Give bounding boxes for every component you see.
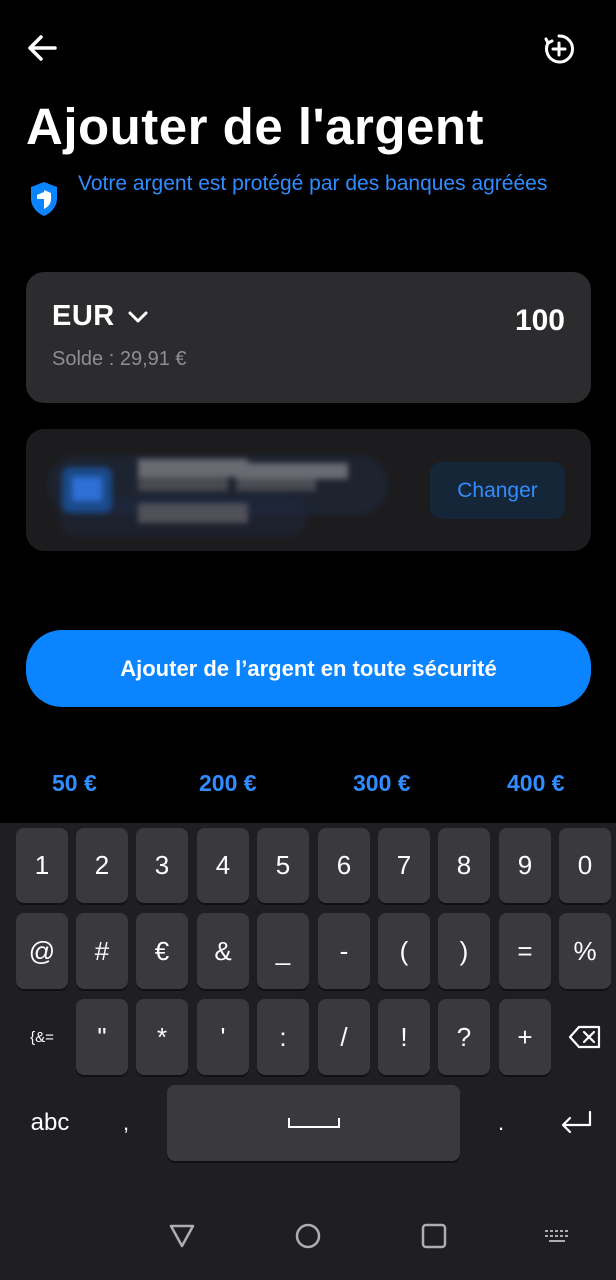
amount-card: EUR Solde : 29,91 € 100: [26, 272, 591, 403]
key-period[interactable]: .: [475, 1085, 527, 1161]
amount-input[interactable]: 100: [515, 304, 565, 338]
back-button[interactable]: [22, 30, 62, 66]
key-8[interactable]: 8: [438, 828, 490, 903]
key-underscore[interactable]: _: [257, 913, 309, 989]
space-icon: [287, 1118, 340, 1128]
square-recents-icon: [421, 1223, 447, 1249]
currency-selector[interactable]: EUR: [52, 300, 149, 333]
nav-back-button[interactable]: [162, 1216, 202, 1256]
key-1[interactable]: 1: [16, 828, 68, 903]
key-abc[interactable]: abc: [14, 1085, 86, 1161]
key-asterisk[interactable]: *: [136, 999, 188, 1075]
space-key[interactable]: [167, 1085, 460, 1161]
nav-home-button[interactable]: [288, 1216, 328, 1256]
key-quote[interactable]: ": [76, 999, 128, 1075]
protection-notice[interactable]: Votre argent est protégé par des banques…: [78, 166, 548, 202]
redacted-account-info: [48, 449, 388, 541]
backspace-key[interactable]: [559, 999, 611, 1075]
nav-keyboard-button[interactable]: [537, 1216, 577, 1256]
quick-amount-50[interactable]: 50 €: [52, 770, 97, 797]
key-colon[interactable]: :: [257, 999, 309, 1075]
nav-recents-button[interactable]: [414, 1216, 454, 1256]
key-euro[interactable]: €: [136, 913, 188, 989]
key-exclamation[interactable]: !: [378, 999, 430, 1075]
payment-method-card: Changer: [26, 429, 591, 551]
key-2[interactable]: 2: [76, 828, 128, 903]
enter-key[interactable]: [548, 1085, 604, 1161]
quick-amount-200[interactable]: 200 €: [199, 770, 257, 797]
key-apostrophe[interactable]: ': [197, 999, 249, 1075]
quick-amount-300[interactable]: 300 €: [353, 770, 411, 797]
keyboard-icon: [545, 1230, 568, 1242]
key-9[interactable]: 9: [499, 828, 551, 903]
add-money-button[interactable]: Ajouter de l’argent en toute sécurité: [26, 630, 591, 707]
balance-label: Solde : 29,91 €: [52, 348, 187, 370]
circle-plus-icon: [544, 34, 575, 64]
currency-code: EUR: [52, 300, 115, 332]
key-question[interactable]: ?: [438, 999, 490, 1075]
key-5[interactable]: 5: [257, 828, 309, 903]
key-equals[interactable]: =: [499, 913, 551, 989]
key-plus[interactable]: +: [499, 999, 551, 1075]
key-7[interactable]: 7: [378, 828, 430, 903]
key-paren-close[interactable]: ): [438, 913, 490, 989]
key-hash[interactable]: #: [76, 913, 128, 989]
key-slash[interactable]: /: [318, 999, 370, 1075]
key-hyphen[interactable]: -: [318, 913, 370, 989]
chevron-down-icon: [128, 311, 148, 322]
system-nav-bar: [0, 1186, 616, 1280]
key-at[interactable]: @: [16, 913, 68, 989]
key-percent[interactable]: %: [559, 913, 611, 989]
shield-icon: [28, 180, 60, 218]
circle-home-icon: [295, 1223, 321, 1249]
backspace-icon: [568, 1025, 601, 1049]
page-title: Ajouter de l'argent: [26, 98, 485, 155]
enter-icon: [561, 1110, 592, 1134]
add-bonus-button[interactable]: [538, 28, 580, 70]
key-paren-open[interactable]: (: [378, 913, 430, 989]
key-ampersand[interactable]: &: [197, 913, 249, 989]
key-3[interactable]: 3: [136, 828, 188, 903]
key-symbols-toggle[interactable]: {&=: [14, 999, 70, 1075]
triangle-back-icon: [169, 1224, 195, 1248]
key-6[interactable]: 6: [318, 828, 370, 903]
keyboard: 1 2 3 4 5 6 7 8 9 0 @ # € & _ - ( ) = % …: [0, 823, 616, 1186]
arrow-left-icon: [28, 35, 57, 61]
key-0[interactable]: 0: [559, 828, 611, 903]
key-comma[interactable]: ,: [100, 1085, 152, 1161]
quick-amount-400[interactable]: 400 €: [507, 770, 565, 797]
quick-amounts: 50 € 200 € 300 € 400 €: [0, 764, 616, 808]
key-4[interactable]: 4: [197, 828, 249, 903]
change-button[interactable]: Changer: [430, 462, 565, 519]
